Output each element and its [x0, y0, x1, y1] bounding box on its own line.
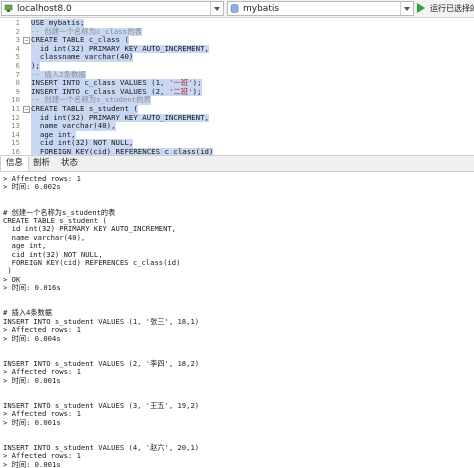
run-selected-label: 运行已选择的: [430, 4, 474, 13]
tab-info[interactable]: 信息: [0, 156, 30, 171]
output-line: FOREIGN KEY(cid) REFERENCES c_class(id): [3, 258, 181, 267]
output-line: > 时间: 0.002s: [3, 182, 61, 192]
tab-status-label: 状态: [61, 158, 79, 168]
sql-editor[interactable]: 1 USE mybatis; 2 -- 创建一个名称为c_class的表 3− CREAT…: [0, 18, 474, 155]
code-text: classname varchar(40): [31, 52, 134, 62]
code-text: FOREIGN KEY(cid) REFERENCES c_class(id): [31, 147, 214, 155]
chevron-down-icon[interactable]: [210, 2, 223, 15]
output-line: > 时间: 0.001s: [3, 417, 61, 427]
play-icon: [417, 3, 425, 13]
fold-toggle-icon[interactable]: −: [23, 37, 30, 45]
connection-icon: [4, 4, 13, 12]
connection-label: localhost8.0: [17, 4, 72, 14]
tab-profile[interactable]: 剖析: [28, 156, 55, 171]
toolbar: localhost8.0 mybatis 运行已选择的: [0, 0, 474, 18]
tab-status[interactable]: 状态: [56, 156, 83, 171]
database-select[interactable]: mybatis: [227, 1, 414, 16]
output-line: > 时间: 0.001s: [3, 459, 61, 468]
line-number: 16: [11, 147, 20, 155]
database-icon: [230, 4, 239, 13]
tab-info-label: 信息: [6, 158, 24, 168]
output-line: > 时间: 0.016s: [3, 283, 61, 293]
connection-select[interactable]: localhost8.0: [1, 1, 224, 16]
output-line: > 时间: 0.004s: [3, 333, 61, 343]
code-line[interactable]: 16 FOREIGN KEY(cid) REFERENCES c_class(i…: [0, 147, 474, 155]
tab-profile-label: 剖析: [33, 158, 51, 168]
message-output[interactable]: > Affected rows: 1 > 时间: 0.002s # 创建一个名称为s…: [0, 172, 474, 468]
database-label: mybatis: [243, 4, 280, 14]
output-line: > 时间: 0.001s: [3, 375, 61, 385]
fold-toggle-icon[interactable]: −: [23, 106, 30, 113]
code-line[interactable]: 5 classname varchar(40): [0, 53, 474, 62]
result-tabs: 信息 剖析 状态: [0, 155, 474, 172]
chevron-down-icon[interactable]: [400, 2, 413, 15]
